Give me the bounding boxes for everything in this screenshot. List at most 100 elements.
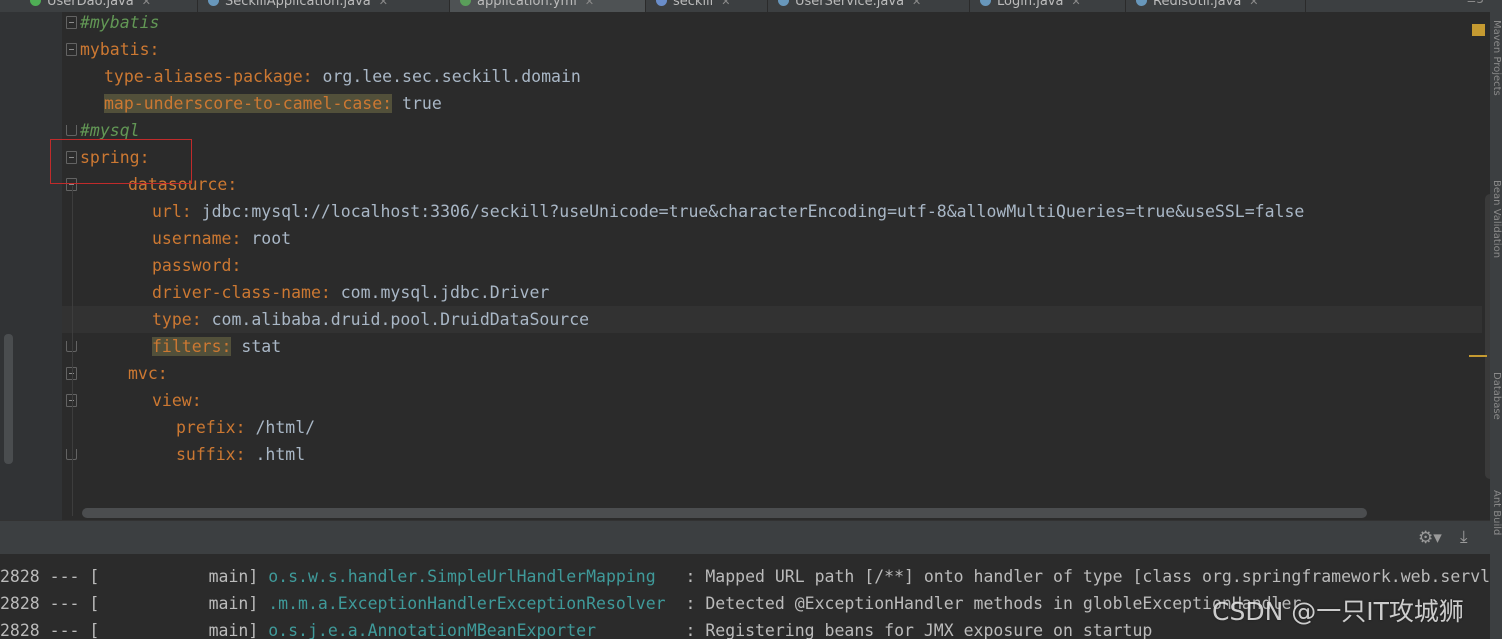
yaml-key: password: (152, 256, 242, 275)
java-class-icon (1136, 0, 1147, 6)
tab-label: UserDao.java (47, 0, 134, 9)
module-icon (656, 0, 667, 6)
yaml-key: suffix: (176, 445, 246, 464)
yaml-value: /html/ (245, 418, 316, 437)
log-line: 2828 --- [ main] o.s.w.s.handler.SimpleU… (0, 563, 1490, 590)
yaml-entry: filters: stat (152, 333, 281, 360)
gear-icon[interactable]: ⚙▾ (1418, 528, 1442, 548)
editor-horizontal-scrollbar[interactable] (82, 508, 1367, 518)
indent-guide (72, 186, 73, 516)
code-line: #mysql (62, 117, 1482, 144)
fold-marker-icon[interactable] (66, 43, 77, 56)
code-line: type-aliases-package: org.lee.sec.seckil… (62, 63, 1482, 90)
tab-userservice[interactable]: UserService.java ✕ (768, 0, 970, 12)
log-pid: 2828 --- [ (0, 621, 100, 639)
yaml-value: root (241, 229, 292, 248)
bean-validation-tab[interactable]: Bean Validation (1491, 180, 1502, 258)
project-panel-edge (0, 12, 18, 520)
log-message: : Detected @ExceptionHandler methods in … (675, 594, 1302, 613)
code-line: view: (62, 387, 1482, 414)
yaml-key: type: (152, 310, 202, 329)
close-icon[interactable]: ✕ (379, 0, 388, 8)
yaml-entry: username: root (152, 225, 291, 252)
code-line: password: (62, 252, 1482, 279)
fold-marker-icon[interactable] (66, 16, 77, 29)
yaml-value: true (392, 94, 442, 113)
code-line: prefix: /html/ (62, 414, 1482, 441)
java-class-icon (208, 0, 219, 6)
tab-seckill-application[interactable]: SeckillApplication.java ✕ (198, 0, 450, 12)
yaml-value: stat (231, 337, 282, 356)
yaml-value: .html (245, 445, 306, 464)
yaml-value: com.alibaba.druid.pool.DruidDataSource (201, 310, 590, 329)
editor-tab-bar: UserDao.java ✕ SeckillApplication.java ✕ a… (0, 0, 1502, 12)
code-line: #mybatis (62, 12, 1482, 36)
hide-panel-icon[interactable]: ⤓ (1460, 527, 1468, 547)
database-tab[interactable]: Database (1491, 372, 1502, 420)
code-line: driver-class-name: com.mysql.jdbc.Driver (62, 279, 1482, 306)
code-line: datasource: (62, 171, 1482, 198)
yaml-value: jdbc:mysql://localhost:3306/seckill?useU… (191, 202, 1305, 221)
panel-scroll-thumb[interactable] (4, 334, 13, 464)
yaml-key: mvc: (128, 364, 168, 383)
tab-label: seckill (673, 0, 714, 9)
tab-userdao[interactable]: UserDao.java ✕ (20, 0, 198, 12)
log-line: 2828 --- [ main] .m.m.a.ExceptionHandler… (0, 590, 1301, 617)
log-line: 2828 --- [ main] o.s.j.e.a.AnnotationMBe… (0, 617, 1152, 639)
log-logger[interactable]: o.s.w.s.handler.SimpleUrlHandlerMapping (258, 567, 675, 586)
yaml-key: prefix: (176, 418, 246, 437)
tab-overflow-button[interactable]: ≡5 (1466, 0, 1484, 6)
log-logger[interactable]: .m.m.a.ExceptionHandlerExceptionResolver (258, 594, 675, 613)
ant-build-tab[interactable]: Ant Build (1491, 490, 1502, 535)
log-thread: main] (99, 594, 259, 613)
log-line-partial: ┴ ┴ ┴ ┴ (0, 554, 477, 557)
yaml-entry: suffix: .html (176, 441, 305, 468)
log-logger[interactable]: o.s.j.e.a.AnnotationMBeanExporter (258, 621, 675, 639)
log-pid: 2828 --- [ (0, 567, 100, 586)
yaml-entry: map-underscore-to-camel-case: true (104, 90, 442, 117)
fold-end-icon[interactable] (66, 125, 77, 136)
editor-gutter (18, 12, 62, 520)
yaml-entry: prefix: /html/ (176, 414, 315, 441)
warning-marker[interactable] (1469, 355, 1487, 357)
log-message: : Registering beans for JMX exposure on … (675, 621, 1153, 639)
close-icon[interactable]: ✕ (585, 0, 594, 8)
yml-file-icon (460, 0, 471, 6)
log-thread: main] (99, 621, 259, 639)
yaml-entry: password: (152, 252, 241, 279)
close-icon[interactable]: ✕ (912, 0, 921, 8)
java-class-icon (778, 0, 789, 6)
code-line: mybatis: (62, 36, 1482, 63)
log-thread: main] (99, 567, 259, 586)
tab-login[interactable]: Login.java ✕ (970, 0, 1126, 12)
code-line: map-underscore-to-camel-case: true (62, 90, 1482, 117)
yaml-comment: #mybatis (80, 13, 160, 32)
yaml-value: org.lee.sec.seckill.domain (312, 67, 581, 86)
inspection-status-icon[interactable] (1472, 24, 1485, 36)
close-icon[interactable]: ✕ (1249, 0, 1258, 8)
tab-label: RedisUtil.java (1153, 0, 1242, 9)
tab-label: Login.java (997, 0, 1064, 9)
code-line: username: root (62, 225, 1482, 252)
close-icon[interactable]: ✕ (1071, 0, 1080, 8)
right-tool-strip: Maven Projects Bean Validation Database … (1490, 0, 1502, 639)
code-line: spring: (62, 144, 1482, 171)
yaml-entry: type-aliases-package: org.lee.sec.seckil… (104, 63, 581, 90)
tab-seckill[interactable]: seckill ✕ (646, 0, 768, 12)
close-icon[interactable]: ✕ (142, 0, 151, 8)
java-class-icon (980, 0, 991, 6)
close-icon[interactable]: ✕ (721, 0, 730, 8)
yaml-key: filters: (152, 337, 232, 356)
yaml-key: map-underscore-to-camel-case: (104, 94, 393, 113)
tab-application-yml[interactable]: application.yml ✕ (450, 0, 646, 12)
code-line: filters: stat (62, 333, 1482, 360)
yaml-entry: type: com.alibaba.druid.pool.DruidDataSo… (152, 306, 589, 333)
code-editor[interactable]: #mybatis mybatis: type-aliases-package: … (62, 12, 1482, 520)
yaml-key: type-aliases-package: (104, 67, 313, 86)
code-line: url: jdbc:mysql://localhost:3306/seckill… (62, 198, 1482, 225)
tab-redisutil[interactable]: RedisUtil.java ✕ (1126, 0, 1306, 12)
maven-projects-tab[interactable]: Maven Projects (1491, 20, 1502, 96)
log-pid: 2828 --- [ (0, 594, 100, 613)
yaml-key: mybatis: (80, 40, 160, 59)
yaml-key: view: (152, 391, 202, 410)
